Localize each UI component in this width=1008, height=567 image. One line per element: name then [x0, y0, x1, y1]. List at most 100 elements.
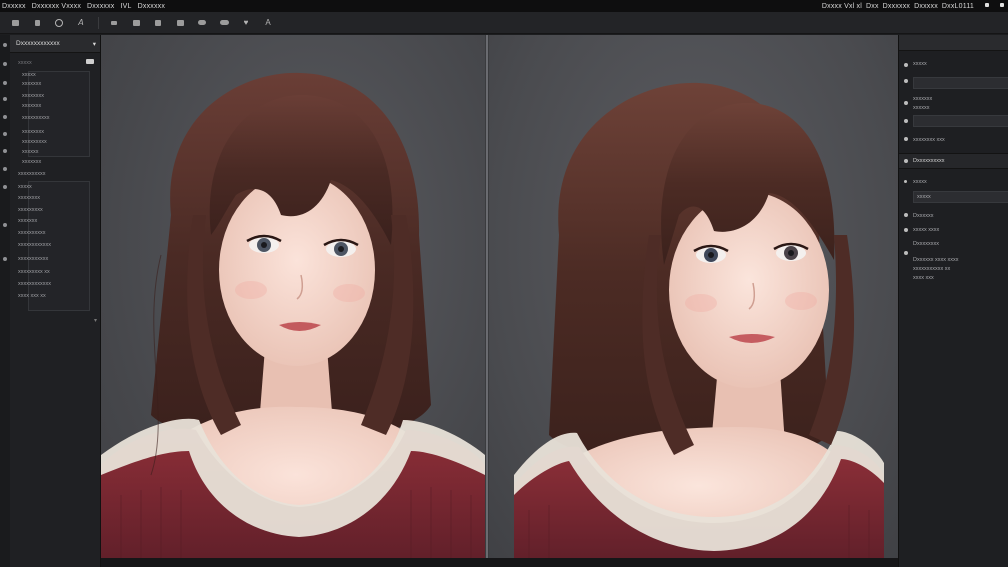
list-item[interactable]: xxxxxxx	[22, 81, 41, 87]
list-item[interactable]: xxxxxxxxx	[22, 139, 47, 145]
menu-bar: Dxxxxx Dxxxxxx Vxxxx Dxxxxxx IVL Dxxxxxx…	[0, 0, 1008, 12]
menu-item-2[interactable]: Dxxxxxx Vxxxx	[32, 3, 81, 10]
pan-tool-icon[interactable]	[8, 17, 22, 29]
menubar-status: Dxxxx Vxl xl Dxx Dxxxxxx Dxxxxx DxxL0111	[821, 2, 1008, 10]
menu-item-1[interactable]: Dxxxxx	[2, 3, 26, 10]
left-panel: Dxxxxxxxxxxxx ▾ xxxxx xxxxx xxxxxxx xxxx…	[10, 35, 101, 567]
strip-icon[interactable]	[3, 115, 7, 119]
left-panel-title: Dxxxxxxxxxxxx	[16, 40, 60, 47]
list-item: xxxxx	[18, 60, 32, 66]
status-bar	[101, 558, 898, 567]
menu-items: Dxxxxx Dxxxxxx Vxxxx Dxxxxxx IVL Dxxxxxx	[0, 3, 165, 10]
status-text-1: Dxxxx Vxl xl	[821, 2, 863, 10]
list-item[interactable]: xxxxxxxxxxxx	[18, 242, 51, 248]
list-item[interactable]: xxxxxxxx	[22, 93, 44, 99]
property-label: Dxxxxxxxx	[913, 241, 939, 247]
strip-icon[interactable]	[3, 62, 7, 66]
property-label: xxxxxx	[913, 105, 930, 111]
property-icon	[904, 79, 908, 83]
window-control-icon[interactable]	[985, 2, 989, 7]
list-item[interactable]: xxxxxxxx	[18, 195, 40, 201]
property-label: Dxxxxxx	[913, 213, 934, 219]
strip-icon[interactable]	[3, 167, 7, 171]
strip-icon[interactable]	[3, 97, 7, 101]
right-panel-header	[899, 35, 1008, 51]
canvas-area[interactable]	[101, 35, 898, 558]
strip-icon[interactable]	[3, 81, 7, 85]
list-item[interactable]: xxxx xxx xx	[18, 293, 46, 299]
property-field[interactable]	[913, 77, 1008, 89]
property-icon	[904, 251, 908, 255]
property-icon	[904, 228, 908, 232]
status-text-2: Dxx	[866, 2, 879, 10]
property-label: xxxx xxx	[913, 275, 934, 281]
list-item[interactable]: xxxxxxxxxxxx	[18, 281, 51, 287]
left-viewport[interactable]	[101, 35, 485, 558]
toolbar: 𝘈 ♥ A	[0, 12, 1008, 34]
text-tool-icon[interactable]: 𝘈	[74, 17, 88, 29]
strip-icon[interactable]	[3, 43, 7, 47]
section-icon	[904, 159, 908, 163]
eye-tool-icon[interactable]	[217, 17, 231, 29]
status-text-4: Dxxxxx	[914, 2, 938, 10]
window-control-icon[interactable]	[1000, 2, 1004, 7]
property-icon	[904, 137, 908, 141]
list-item[interactable]: xxxxxxx	[22, 159, 41, 165]
transform-tool-icon[interactable]	[173, 17, 187, 29]
lasso-tool-icon[interactable]	[52, 17, 66, 29]
list-item[interactable]: xxxxxxxxxx	[18, 230, 46, 236]
property-label: xxxxxxxx xxx	[913, 137, 945, 143]
property-field[interactable]	[913, 115, 1008, 127]
brush-2-tool-icon[interactable]	[107, 17, 121, 29]
list-item[interactable]: xxxxxxxx	[22, 129, 44, 135]
section-title: Dxxxxxxxxxx	[913, 158, 945, 164]
portrait-image-right	[514, 82, 884, 558]
strip-icon[interactable]	[3, 223, 7, 227]
property-icon	[904, 119, 908, 123]
list-item[interactable]: xxxxx	[22, 72, 36, 78]
property-label: Dxxxxxx xxxx xxxx	[913, 257, 959, 263]
list-item[interactable]: xxxxxx	[22, 149, 39, 155]
menu-item-3[interactable]: Dxxxxxx	[87, 3, 114, 10]
chevron-down-icon[interactable]: ▾	[94, 317, 97, 324]
status-text-3: Dxxxxxx	[882, 2, 911, 10]
list-item[interactable]: xxxxxxx	[22, 103, 41, 109]
left-panel-header: Dxxxxxxxxxxxx ▾	[10, 35, 100, 53]
strip-icon[interactable]	[3, 132, 7, 136]
grid-tool-icon[interactable]	[151, 17, 165, 29]
heart-tool-icon[interactable]: ♥	[239, 17, 253, 29]
property-label: xxxxx xxxx	[913, 227, 940, 233]
left-tool-strip	[0, 35, 10, 567]
right-panel: xxxxx xxxxxxx xxxxxx xxxxxxxx xxx Dxxxxx…	[898, 35, 1008, 567]
list-item[interactable]: xxxxx	[18, 184, 32, 190]
property-label: xxxxxxx	[913, 96, 933, 102]
layers-tool-icon[interactable]	[129, 17, 143, 29]
mask-tool-icon[interactable]	[195, 17, 209, 29]
list-item[interactable]: xxxxxxxxx	[18, 207, 43, 213]
property-icon	[904, 213, 908, 217]
menu-item-4[interactable]: IVL	[121, 3, 132, 10]
list-item[interactable]: xxxxxxx	[18, 218, 37, 224]
property-icon	[904, 63, 908, 67]
text-b-tool-icon[interactable]: A	[261, 17, 275, 29]
toolbar-divider	[98, 16, 99, 29]
list-item[interactable]: xxxxxxxxxx	[18, 171, 46, 177]
property-label: xxxxxxxxxxx xx	[913, 266, 951, 272]
brush-tool-icon[interactable]	[30, 17, 44, 29]
portrait-image-left	[101, 72, 485, 558]
property-icon	[904, 101, 908, 105]
property-icon	[904, 180, 907, 183]
property-label: xxxxx	[913, 179, 927, 185]
status-text-5: DxxL0111	[941, 2, 974, 10]
property-value: xxxxx	[917, 194, 931, 200]
list-item[interactable]: xxxxxxxxxxx	[18, 256, 48, 262]
menu-item-5[interactable]: Dxxxxxx	[138, 3, 165, 10]
strip-icon[interactable]	[3, 257, 7, 261]
list-item[interactable]: xxxxxxxxxx	[22, 115, 50, 121]
strip-icon[interactable]	[3, 149, 7, 153]
right-viewport[interactable]	[489, 35, 898, 558]
panel-menu-icon[interactable]: ▾	[93, 40, 96, 48]
toggle-icon[interactable]	[86, 59, 94, 64]
strip-icon[interactable]	[3, 185, 7, 189]
list-item[interactable]: xxxxxxxxx xx	[18, 269, 50, 275]
